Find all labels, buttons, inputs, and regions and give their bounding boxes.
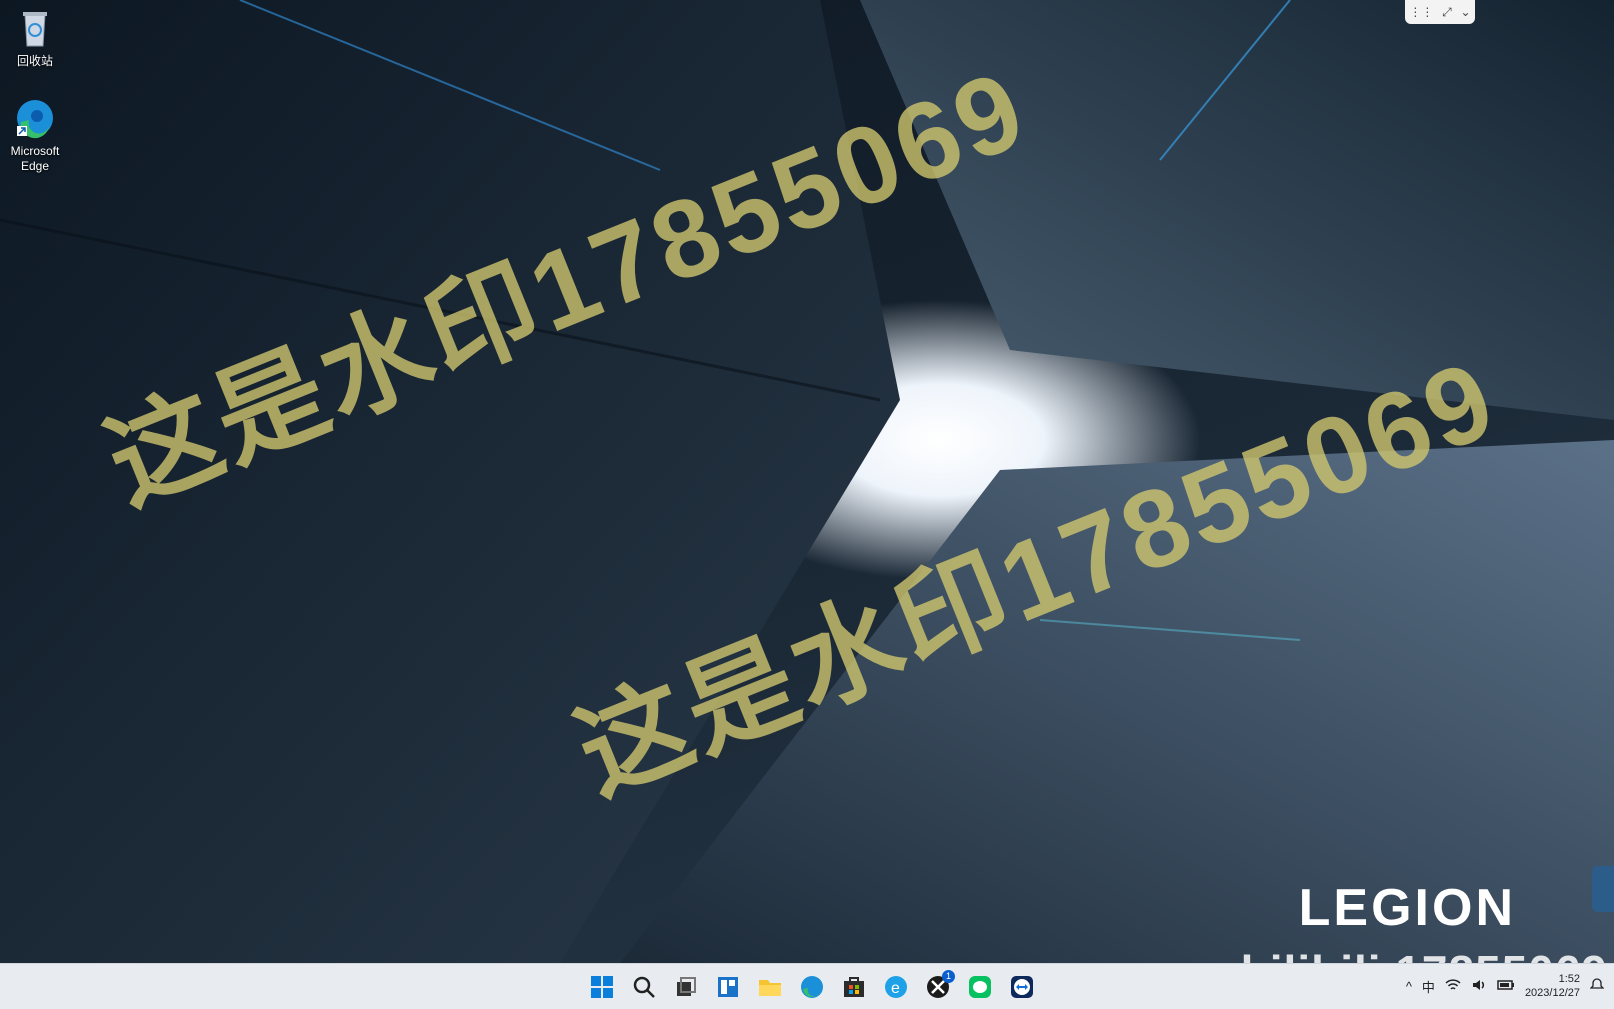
start-button[interactable] bbox=[584, 969, 620, 1005]
volume-icon[interactable] bbox=[1471, 978, 1487, 995]
ie-button[interactable]: e bbox=[878, 969, 914, 1005]
chevron-down-icon[interactable]: ⌄ bbox=[1461, 5, 1471, 19]
windows-start-icon bbox=[591, 976, 613, 998]
search-button[interactable] bbox=[626, 969, 662, 1005]
clock[interactable]: 1:52 2023/12/27 bbox=[1525, 972, 1580, 1000]
store-icon bbox=[844, 977, 864, 997]
battery-icon[interactable] bbox=[1497, 979, 1515, 994]
wechat-icon bbox=[969, 976, 991, 998]
system-tray: ^ 中 1:52 2023/12/27 bbox=[1406, 966, 1605, 1006]
remote-toolbar[interactable]: ⋮⋮ ⤢ ⌄ bbox=[1405, 0, 1475, 24]
recycle-bin-label: 回收站 bbox=[16, 54, 53, 68]
search-icon bbox=[633, 976, 655, 998]
legion-logo: LEGION bbox=[1298, 879, 1516, 937]
file-explorer-button[interactable] bbox=[752, 969, 788, 1005]
xbox-button[interactable]: 1 bbox=[920, 969, 956, 1005]
wifi-icon[interactable] bbox=[1445, 978, 1461, 995]
svg-text:e: e bbox=[891, 980, 900, 997]
file-explorer-icon bbox=[759, 980, 781, 996]
xbox-badge: 1 bbox=[942, 970, 955, 983]
desktop-icon-recycle-bin[interactable]: 回收站 bbox=[0, 6, 70, 69]
drag-handle-icon[interactable]: ⋮⋮ bbox=[1409, 5, 1433, 19]
store-button[interactable] bbox=[836, 969, 872, 1005]
clock-time: 1:52 bbox=[1558, 973, 1580, 985]
ime-indicator[interactable]: 中 bbox=[1422, 977, 1435, 996]
teamviewer-icon bbox=[1011, 976, 1033, 998]
edge-icon bbox=[13, 96, 57, 140]
ie-icon: e bbox=[885, 976, 907, 998]
taskbar: e 1 ^ 中 1:52 2023/12/27 bbox=[0, 963, 1614, 1009]
edge-taskbar-button[interactable] bbox=[794, 969, 830, 1005]
tray-chevron-up-icon[interactable]: ^ bbox=[1406, 979, 1412, 994]
desktop-icon-edge[interactable]: Microsoft Edge bbox=[0, 96, 70, 174]
side-widget[interactable] bbox=[1592, 866, 1614, 912]
desktop-wallpaper: 这是水印17855069 这是水印17855069 回收站 Microsoft … bbox=[0, 0, 1614, 963]
task-view-icon bbox=[677, 977, 696, 996]
task-view-button[interactable] bbox=[668, 969, 704, 1005]
wechat-button[interactable] bbox=[962, 969, 998, 1005]
taskbar-apps: e 1 bbox=[584, 969, 1040, 1005]
edge-label: Microsoft Edge bbox=[10, 144, 60, 173]
widgets-icon bbox=[718, 977, 738, 997]
fullscreen-icon[interactable]: ⤢ bbox=[1442, 5, 1452, 20]
teamviewer-button[interactable] bbox=[1004, 969, 1040, 1005]
edge-icon bbox=[801, 976, 823, 998]
widgets-button[interactable] bbox=[710, 969, 746, 1005]
notification-icon[interactable] bbox=[1589, 977, 1605, 995]
clock-date: 2023/12/27 bbox=[1524, 987, 1580, 999]
recycle-bin-icon bbox=[13, 6, 57, 50]
